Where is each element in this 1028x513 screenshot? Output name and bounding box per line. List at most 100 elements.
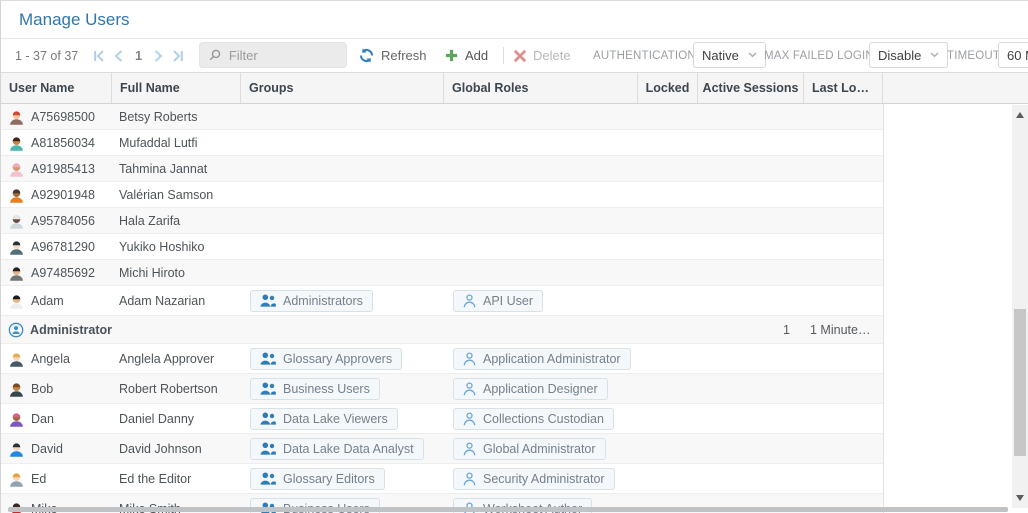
prev-page-button[interactable] <box>114 50 123 62</box>
horizontal-scrollbar-thumb[interactable] <box>8 507 1008 512</box>
user-name-cell: A97485692 <box>1 260 112 285</box>
triangle-down-icon <box>1016 495 1024 501</box>
column-header-global-roles[interactable]: Global Roles <box>444 73 638 103</box>
group-people-icon <box>260 294 276 307</box>
table-row[interactable]: DavidDavid Johnson Data Lake Data Analys… <box>1 434 883 464</box>
groups-cell <box>241 182 444 207</box>
groups-cell: Glossary Editors <box>241 464 444 493</box>
next-page-button[interactable] <box>154 50 163 62</box>
last-page-icon <box>172 50 184 62</box>
user-name-cell: David <box>1 434 112 463</box>
user-name-cell: A95784056 <box>1 208 112 233</box>
role-badge: Global Administrator <box>453 438 606 460</box>
locked-cell <box>638 104 698 129</box>
full-name-cell: Yukiko Hoshiko <box>112 234 241 259</box>
full-name-cell: Tahmina Jannat <box>112 156 241 181</box>
active-sessions-cell <box>698 434 804 463</box>
add-button[interactable]: Add <box>445 39 488 72</box>
column-header-full-name[interactable]: Full Name <box>112 73 241 103</box>
user-avatar-icon <box>8 265 25 281</box>
user-name-cell: A75698500 <box>1 104 112 129</box>
max-failed-logins-label: MAX FAILED LOGINS <box>764 39 882 72</box>
user-name-cell: A96781290 <box>1 234 112 259</box>
last-page-button[interactable] <box>172 50 184 62</box>
table-row[interactable]: A81856034Mufaddal Lutfi <box>1 130 883 156</box>
user-name-cell: A81856034 <box>1 130 112 155</box>
last-login-cell <box>804 464 883 493</box>
first-page-button[interactable] <box>93 50 105 62</box>
table-row[interactable]: Administrator11 Minute… <box>1 316 883 344</box>
global-roles-cell <box>444 316 638 343</box>
active-sessions-cell <box>698 374 804 403</box>
table-row[interactable]: EdEd the Editor Glossary Editors Securit… <box>1 464 883 494</box>
delete-x-icon <box>514 50 526 62</box>
table-row[interactable]: DanDaniel Danny Data Lake Viewers Collec… <box>1 404 883 434</box>
active-sessions-cell <box>698 104 804 129</box>
table-row[interactable]: AngelaAnglela Approver Glossary Approver… <box>1 344 883 374</box>
locked-cell <box>638 260 698 285</box>
timeout-label: TIMEOUT <box>947 39 1000 72</box>
timeout-select[interactable]: 60 Mi <box>998 42 1028 68</box>
table-row[interactable]: A95784056Hala Zarifa <box>1 208 883 234</box>
group-people-icon <box>260 412 276 425</box>
groups-cell <box>241 234 444 259</box>
filter-input[interactable] <box>229 48 337 63</box>
triangle-up-icon <box>1016 112 1024 118</box>
global-roles-cell: Application Administrator <box>444 344 638 373</box>
role-badge-label: Application Designer <box>483 382 598 396</box>
table-row[interactable]: BobRobert Robertson Business Users Appli… <box>1 374 883 404</box>
scroll-down-button[interactable] <box>1012 491 1028 505</box>
max-failed-logins-select[interactable]: Disable <box>869 42 948 68</box>
user-name-cell: A91985413 <box>1 156 112 181</box>
group-badge: Administrators <box>250 290 373 312</box>
table-row[interactable]: AdamAdam Nazarian Administrators API Use… <box>1 286 883 316</box>
column-header-groups[interactable]: Groups <box>241 73 444 103</box>
column-header-user-name[interactable]: User Name <box>1 73 112 103</box>
active-sessions-cell <box>698 130 804 155</box>
role-badge: Security Administrator <box>453 468 615 490</box>
user-avatar-icon <box>8 411 25 427</box>
user-name: A95784056 <box>31 214 95 228</box>
last-login-cell <box>804 182 883 207</box>
scroll-up-button[interactable] <box>1012 108 1028 122</box>
table-row[interactable]: A97485692Michi Hiroto <box>1 260 883 286</box>
groups-cell <box>241 316 444 343</box>
refresh-button[interactable]: Refresh <box>359 39 427 72</box>
authentication-value: Native <box>702 48 739 63</box>
filter-box[interactable] <box>199 42 347 68</box>
user-name: Dan <box>31 412 54 426</box>
role-badge: Collections Custodian <box>453 408 614 430</box>
column-header-last-login[interactable]: Last Lo… <box>804 73 883 103</box>
full-name-cell: Ed the Editor <box>112 464 241 493</box>
group-badge-label: Data Lake Viewers <box>283 412 388 426</box>
groups-cell: Data Lake Viewers <box>241 404 444 433</box>
full-name-cell: Betsy Roberts <box>112 104 241 129</box>
table-body: A75698500Betsy Roberts A81856034Mufaddal… <box>1 104 884 513</box>
chevron-down-icon <box>748 52 757 58</box>
user-name: A91985413 <box>31 162 95 176</box>
full-name-cell: Michi Hiroto <box>112 260 241 285</box>
delete-label: Delete <box>533 48 571 63</box>
group-badge: Glossary Editors <box>250 468 385 490</box>
user-name: A96781290 <box>31 240 95 254</box>
delete-button[interactable]: Delete <box>514 39 571 72</box>
locked-cell <box>638 316 698 343</box>
table-row[interactable]: A92901948Valérian Samson <box>1 182 883 208</box>
column-header-active-sessions[interactable]: Active Sessions <box>698 73 804 103</box>
authentication-select[interactable]: Native <box>693 42 766 68</box>
current-page[interactable]: 1 <box>132 48 145 63</box>
person-outline-icon <box>463 382 476 396</box>
group-badge-label: Administrators <box>283 294 363 308</box>
table-row[interactable]: A75698500Betsy Roberts <box>1 104 883 130</box>
chevron-right-icon <box>154 50 163 62</box>
table-row[interactable]: A91985413 Tahmina Jannat <box>1 156 883 182</box>
active-sessions-cell <box>698 404 804 433</box>
active-sessions-cell <box>698 208 804 233</box>
column-header-locked[interactable]: Locked <box>638 73 698 103</box>
vertical-scrollbar[interactable] <box>1012 105 1028 508</box>
global-roles-cell <box>444 182 638 207</box>
active-sessions-cell <box>698 156 804 181</box>
table-row[interactable]: A96781290 Yukiko Hoshiko <box>1 234 883 260</box>
user-name: Administrator <box>30 323 112 337</box>
vertical-scrollbar-thumb[interactable] <box>1014 309 1026 456</box>
